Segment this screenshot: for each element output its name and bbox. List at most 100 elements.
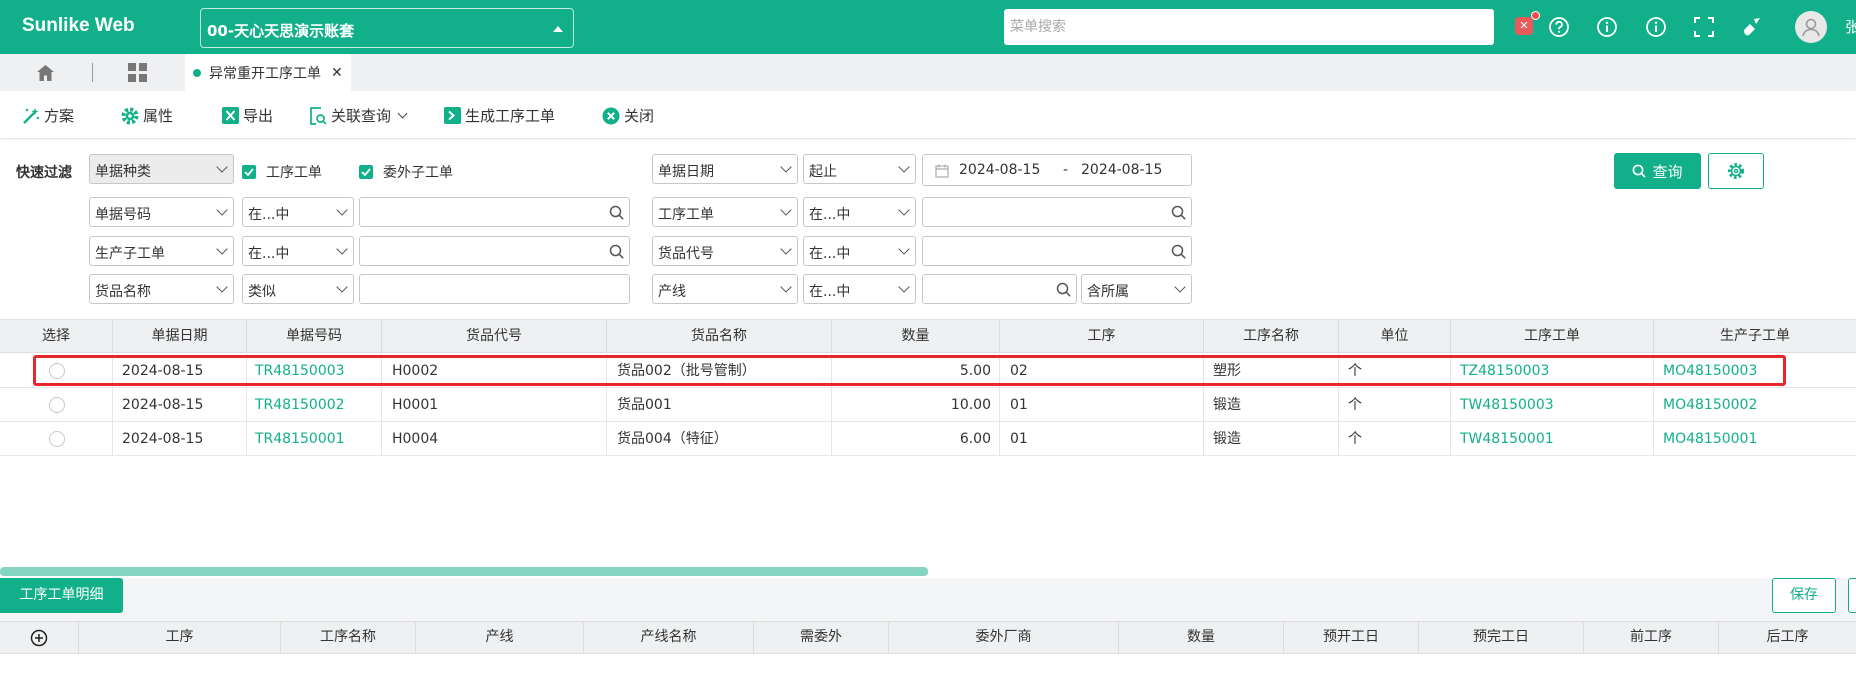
header-select[interactable]: 选择 (0, 320, 113, 353)
date-from[interactable]: 2024-08-15 (959, 162, 1040, 178)
filter-settings-button[interactable] (1708, 153, 1764, 189)
row-radio[interactable] (49, 397, 65, 413)
detail-header-line-name[interactable]: 产线名称 (584, 622, 754, 653)
doc-no-link[interactable]: TR48150002 (247, 388, 382, 422)
search-icon[interactable] (1171, 244, 1186, 263)
header-doc-no[interactable]: 单据号码 (247, 320, 382, 353)
item-code-input[interactable] (922, 236, 1192, 266)
doc-no-link[interactable]: TR48150003 (247, 354, 382, 388)
table-row[interactable]: 2024-08-15 TR48150001 H0004 货品004（特征） 6.… (0, 422, 1856, 456)
line-input[interactable] (922, 274, 1077, 304)
header-qty[interactable]: 数量 (832, 320, 1000, 353)
detail-header-next-process[interactable]: 后工序 (1719, 622, 1856, 653)
detail-header-line[interactable]: 产线 (416, 622, 584, 653)
sub-order-link[interactable]: MO48150002 (1654, 388, 1856, 422)
doc-no-link[interactable]: TR48150001 (247, 422, 382, 456)
select-cell[interactable] (0, 388, 113, 422)
process-order-checkbox[interactable]: 工序工单 (242, 162, 322, 182)
tab-process-order-detail[interactable]: 工序工单明细 (0, 578, 123, 613)
include-sub-select[interactable]: 含所属 (1081, 274, 1192, 304)
menu-search-input[interactable] (1004, 9, 1494, 45)
line-field-select[interactable]: 产线 (652, 274, 798, 304)
search-icon[interactable] (1056, 282, 1071, 301)
search-icon[interactable] (609, 205, 624, 224)
help-icon[interactable] (1546, 14, 1572, 40)
detail-header-prev-process[interactable]: 前工序 (1584, 622, 1719, 653)
header-unit[interactable]: 单位 (1339, 320, 1451, 353)
detail-header-qty[interactable]: 数量 (1119, 622, 1284, 653)
row-radio[interactable] (49, 431, 65, 447)
doc-number-field-select[interactable]: 单据号码 (89, 197, 234, 227)
header-process-name[interactable]: 工序名称 (1204, 320, 1339, 353)
row-radio[interactable] (49, 363, 65, 379)
add-circle-icon[interactable] (30, 629, 48, 647)
date-range-op-select[interactable]: 起止 (803, 154, 916, 184)
table-row[interactable]: 2024-08-15 TR48150002 H0001 货品001 10.00 … (0, 388, 1856, 422)
sub-order-field-select[interactable]: 生产子工单 (89, 236, 234, 266)
save-button[interactable]: 保存 (1772, 578, 1836, 613)
account-selector[interactable]: 00-天心天思演示账套 (200, 8, 574, 48)
sub-order-link[interactable]: MO48150003 (1654, 354, 1856, 388)
detail-header-outsource-vendor[interactable]: 委外厂商 (889, 622, 1119, 653)
close-button[interactable]: 关闭 (602, 105, 654, 126)
avatar-icon[interactable] (1795, 11, 1827, 43)
user-name[interactable]: 张 (1845, 16, 1856, 37)
select-cell[interactable] (0, 422, 113, 456)
item-code-field-select[interactable]: 货品代号 (652, 236, 798, 266)
close-tab-icon[interactable]: ✕ (331, 65, 343, 81)
doc-number-op-select[interactable]: 在...中 (242, 197, 354, 227)
header-item-name[interactable]: 货品名称 (607, 320, 832, 353)
date-to[interactable]: 2024-08-15 (1081, 162, 1162, 178)
doc-type-select[interactable]: 单据种类 (89, 154, 234, 184)
detail-header-need-outsource[interactable]: 需委外 (754, 622, 889, 653)
process-order-link[interactable]: TW48150003 (1451, 388, 1654, 422)
more-button[interactable] (1848, 578, 1856, 613)
search-icon[interactable] (1171, 205, 1186, 224)
info-icon[interactable] (1594, 14, 1620, 40)
detail-header-process[interactable]: 工序 (79, 622, 281, 653)
generate-process-order-button[interactable]: 生成工序工单 (444, 105, 555, 126)
sub-order-op-select[interactable]: 在...中 (242, 236, 354, 266)
query-button[interactable]: 查询 (1614, 153, 1701, 189)
detail-header-process-name[interactable]: 工序名称 (281, 622, 416, 653)
line-op-select[interactable]: 在...中 (803, 274, 916, 304)
plan-button[interactable]: 方案 (22, 105, 74, 126)
detail-header-plan-start[interactable]: 预开工日 (1284, 622, 1419, 653)
outsource-sub-checkbox[interactable]: 委外子工单 (359, 162, 453, 182)
header-process[interactable]: 工序 (1000, 320, 1204, 353)
process-order-link[interactable]: TW48150001 (1451, 422, 1654, 456)
item-name-input[interactable] (359, 274, 630, 304)
date-range-picker[interactable]: 2024-08-15 - 2024-08-15 (922, 154, 1192, 186)
home-icon[interactable] (36, 64, 55, 86)
process-order-field-select[interactable]: 工序工单 (652, 197, 798, 227)
header-item-code[interactable]: 货品代号 (382, 320, 607, 353)
notification-icon[interactable]: ✕ (1515, 11, 1540, 35)
process-order-op-select[interactable]: 在...中 (803, 197, 916, 227)
horizontal-scrollbar[interactable] (0, 567, 928, 576)
tab-abnormal-reopen[interactable]: 异常重开工序工单 ✕ (185, 54, 351, 91)
header-sub-order[interactable]: 生产子工单 (1654, 320, 1856, 353)
header-doc-date[interactable]: 单据日期 (113, 320, 247, 353)
add-row-cell[interactable] (0, 622, 79, 653)
header-process-order[interactable]: 工序工单 (1451, 320, 1654, 353)
info-icon-2[interactable] (1643, 14, 1669, 40)
doc-number-input[interactable] (359, 197, 630, 227)
apps-grid-icon[interactable] (128, 63, 147, 86)
select-cell[interactable] (0, 354, 113, 388)
search-icon[interactable] (609, 244, 624, 263)
item-code-op-select[interactable]: 在...中 (803, 236, 916, 266)
item-name-op-select[interactable]: 类似 (242, 274, 354, 304)
detail-header-plan-finish[interactable]: 预完工日 (1419, 622, 1584, 653)
process-order-input[interactable] (922, 197, 1192, 227)
export-button[interactable]: 导出 (222, 105, 273, 126)
sub-order-input[interactable] (359, 236, 630, 266)
table-row[interactable]: 2024-08-15 TR48150003 H0002 货品002（批号管制） … (0, 354, 1856, 388)
process-order-link[interactable]: TZ48150003 (1451, 354, 1654, 388)
sub-order-link[interactable]: MO48150001 (1654, 422, 1856, 456)
related-query-button[interactable]: 关联查询 (309, 105, 408, 126)
properties-button[interactable]: 属性 (121, 105, 173, 126)
broom-icon[interactable] (1739, 14, 1765, 40)
doc-date-field-select[interactable]: 单据日期 (652, 154, 798, 184)
item-name-field-select[interactable]: 货品名称 (89, 274, 234, 304)
fullscreen-icon[interactable] (1691, 14, 1717, 40)
